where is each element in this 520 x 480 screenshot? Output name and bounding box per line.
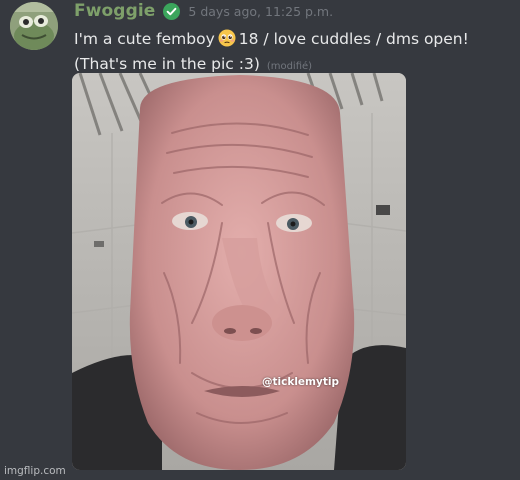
timestamp: 5 days ago, 11:25 p.m.: [188, 3, 334, 19]
pleading-face-emoji: [218, 29, 236, 47]
message-content: I'm a cute femboy 18 / love cuddles / dm…: [74, 27, 514, 79]
message-text-part-1: I'm a cute femboy: [74, 30, 215, 48]
image-watermark: @ticklemytip: [262, 376, 339, 388]
attachment-photo: [72, 73, 406, 470]
verified-check-icon: [163, 2, 181, 20]
edited-label: (modifié): [266, 61, 313, 72]
image-attachment[interactable]: @ticklemytip: [72, 73, 406, 470]
chat-message: Fwoggie 5 days ago, 11:25 p.m. I'm a cut…: [0, 0, 520, 480]
message-header: Fwoggie 5 days ago, 11:25 p.m.: [74, 0, 333, 23]
avatar[interactable]: [10, 2, 58, 50]
site-watermark: imgflip.com: [4, 465, 66, 477]
username[interactable]: Fwoggie: [74, 1, 155, 21]
